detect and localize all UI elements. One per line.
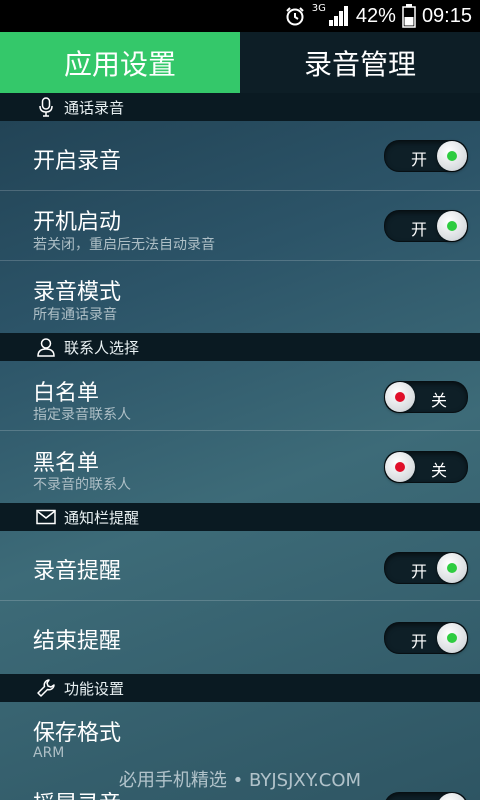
- setting-row-whitelist[interactable]: 白名单 指定录音联系人 关: [0, 361, 480, 431]
- section-label: 功能设置: [64, 679, 125, 698]
- toggle-recording-reminder[interactable]: 开: [384, 552, 468, 584]
- toggle-knob: [437, 141, 467, 171]
- toggle-knob: [385, 382, 415, 412]
- toggle-enable-recording[interactable]: 开: [384, 140, 468, 172]
- toggle-blacklist[interactable]: 关: [384, 451, 468, 483]
- setting-subtitle: 指定录音联系人: [33, 407, 131, 423]
- setting-title: 白名单: [33, 381, 100, 406]
- status-dot-green: [447, 563, 457, 573]
- toggle-label: 开: [411, 220, 428, 239]
- toggle-end-reminder[interactable]: 开: [384, 622, 468, 654]
- section-header-functions: 功能设置: [0, 674, 480, 702]
- tab-recording-management[interactable]: 录音管理: [240, 32, 480, 93]
- status-dot-green: [447, 221, 457, 231]
- toggle-label: 关: [430, 461, 447, 480]
- setting-subtitle: ARM: [33, 745, 65, 761]
- setting-row-enable-recording[interactable]: 开启录音 开: [0, 121, 480, 191]
- setting-subtitle: 所有通话录音: [33, 307, 117, 323]
- section-header-contacts: 联系人选择: [0, 333, 480, 361]
- setting-row-save-format[interactable]: 保存格式 ARM: [0, 702, 480, 772]
- toggle-knob: [437, 211, 467, 241]
- setting-subtitle: 不录音的联系人: [33, 477, 131, 493]
- microphone-icon: [36, 97, 56, 117]
- watermark: 必用手机精选 • BYJSJXY.COM: [118, 770, 362, 791]
- status-dot-red: [395, 462, 405, 472]
- clock: 09:15: [421, 4, 472, 27]
- setting-row-blacklist[interactable]: 黑名单 不录音的联系人 关: [0, 431, 480, 501]
- setting-title: 黑名单: [33, 451, 100, 476]
- toggle-label: 开: [411, 562, 428, 581]
- section-header-notification: 通知栏提醒: [0, 503, 480, 531]
- section-header-call-recording: 通话录音: [0, 93, 480, 121]
- signal-icon: [328, 5, 350, 27]
- network-type: 3G: [311, 2, 326, 14]
- setting-title: 录音模式: [33, 280, 122, 305]
- toggle-whitelist[interactable]: 关: [384, 381, 468, 413]
- setting-title: 保存格式: [33, 721, 122, 746]
- status-dot-green: [447, 633, 457, 643]
- toggle-knob: [385, 452, 415, 482]
- toggle-label: 关: [430, 391, 447, 410]
- section-label: 通话录音: [64, 98, 125, 117]
- toggle-knob: [437, 623, 467, 653]
- setting-subtitle: 若关闭，重启后无法自动录音: [33, 237, 215, 253]
- setting-row-recording-reminder[interactable]: 录音提醒 开: [0, 531, 480, 601]
- setting-title: 开机启动: [33, 210, 122, 235]
- toggle-boot-start[interactable]: 开: [384, 210, 468, 242]
- person-icon: [36, 337, 56, 357]
- setting-title: 录音提醒: [33, 559, 122, 584]
- battery-percent: 42%: [355, 4, 396, 27]
- setting-title: 开启录音: [33, 149, 122, 174]
- alarm-icon: [284, 5, 306, 27]
- setting-row-recording-mode[interactable]: 录音模式 所有通话录音: [0, 261, 480, 331]
- status-dot-green: [447, 151, 457, 161]
- status-bar: 3G 42% 09:15: [0, 0, 480, 32]
- wrench-icon: [36, 678, 56, 698]
- envelope-icon: [36, 507, 56, 527]
- section-label: 联系人选择: [64, 338, 140, 357]
- toggle-knob: [437, 793, 467, 800]
- setting-row-end-reminder[interactable]: 结束提醒 开: [0, 601, 480, 671]
- battery-icon: [402, 4, 416, 28]
- toggle-knob: [437, 553, 467, 583]
- toggle-label: 开: [411, 150, 428, 169]
- setting-row-boot-start[interactable]: 开机启动 若关闭，重启后无法自动录音 开: [0, 191, 480, 261]
- toggle-shake-recording[interactable]: [384, 792, 468, 800]
- status-dot-red: [395, 392, 405, 402]
- tab-bar: 应用设置 录音管理: [0, 32, 480, 93]
- toggle-label: 开: [411, 632, 428, 651]
- tab-app-settings[interactable]: 应用设置: [0, 32, 240, 93]
- section-label: 通知栏提醒: [64, 508, 140, 527]
- setting-title: 结束提醒: [33, 629, 122, 654]
